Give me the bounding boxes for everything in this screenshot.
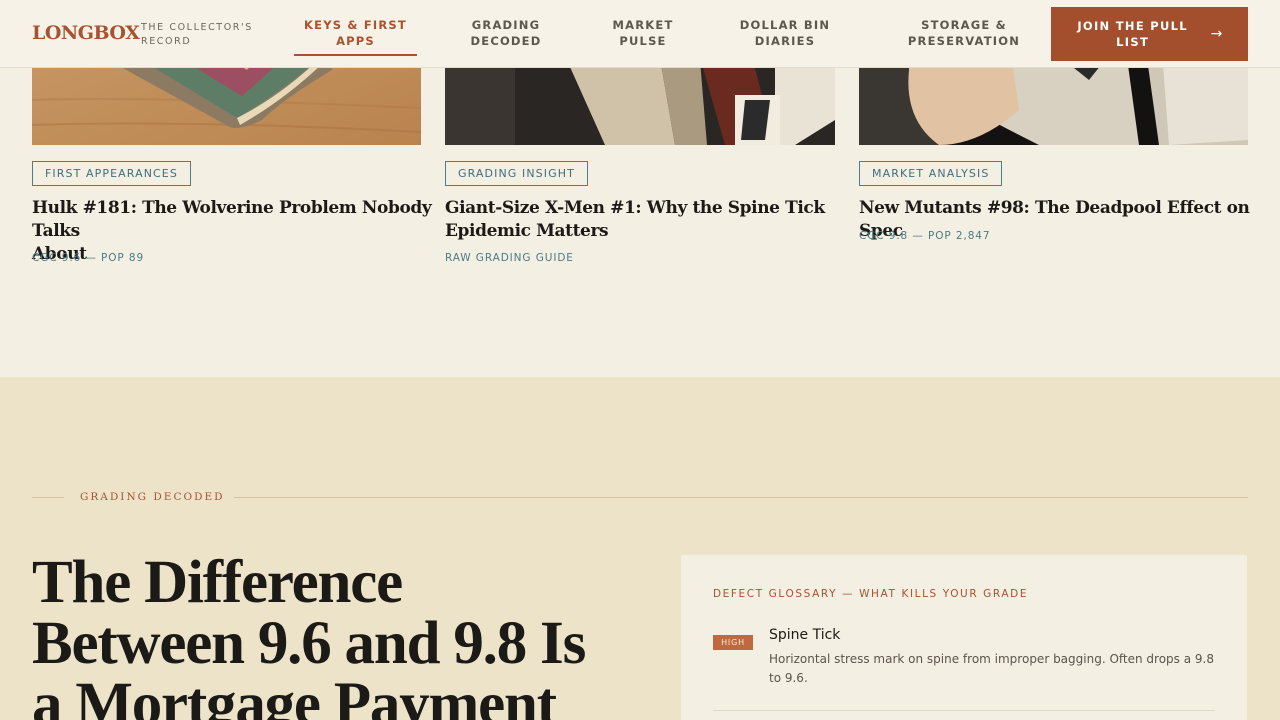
article-meta: RAW GRADING GUIDE xyxy=(445,252,574,264)
cta-label-line: JOIN THE PULL xyxy=(1077,19,1188,33)
article-title-line: Epidemic Matters xyxy=(445,221,609,241)
category-tag[interactable]: GRADING INSIGHT xyxy=(445,161,588,186)
section-headline: The Difference Between 9.6 and 9.8 Is a … xyxy=(32,552,652,720)
tagline-line: THE COLLECTOR'S xyxy=(141,22,253,33)
section-divider xyxy=(32,497,64,498)
glossary-divider xyxy=(713,710,1215,711)
defect-description-line: to 9.6. xyxy=(769,671,808,685)
nav-label: DOLLAR BIN xyxy=(739,18,831,32)
article-title-line: Giant-Size X-Men #1: Why the Spine Tick xyxy=(445,198,825,218)
headline-line: Between 9.6 and 9.8 Is xyxy=(32,610,586,677)
headline-line: a Mortgage Payment xyxy=(32,671,557,720)
headline-line: The Difference xyxy=(32,549,403,616)
article-title-line: Hulk #181: The Wolverine Problem Nobody … xyxy=(32,198,432,241)
nav-label: DIARIES xyxy=(754,34,816,48)
nav-label: MARKET xyxy=(612,18,674,32)
nav-label: PRESERVATION xyxy=(907,34,1021,48)
article-title[interactable]: Giant-Size X-Men #1: Why the Spine Tick … xyxy=(445,197,845,243)
nav-item-dollar-bin-diaries[interactable]: DOLLAR BIN DIARIES xyxy=(730,17,840,54)
category-tag[interactable]: FIRST APPEARANCES xyxy=(32,161,191,186)
nav-label: KEYS & FIRST xyxy=(304,18,407,32)
nav-item-grading-decoded[interactable]: GRADING DECODED xyxy=(455,17,557,54)
defect-description: Horizontal stress mark on spine from imp… xyxy=(769,650,1229,688)
severity-badge: HIGH xyxy=(713,635,753,650)
defect-name: Spine Tick xyxy=(769,627,841,643)
site-header: LONGBOX THE COLLECTOR'S RECORD KEYS & FI… xyxy=(0,0,1280,68)
nav-item-keys-first-apps[interactable]: KEYS & FIRST APPS xyxy=(294,17,417,56)
defect-glossary-panel: DEFECT GLOSSARY — WHAT KILLS YOUR GRADE … xyxy=(681,555,1247,720)
site-tagline: THE COLLECTOR'S RECORD xyxy=(141,21,253,49)
cta-label: JOIN THE PULL LIST xyxy=(1077,18,1189,50)
article-meta: CGC 9.8 — POP 2,847 xyxy=(859,230,991,242)
nav-item-storage-preservation[interactable]: STORAGE & PRESERVATION xyxy=(900,17,1028,54)
tagline-line: RECORD xyxy=(141,36,192,47)
section-eyebrow: GRADING DECODED xyxy=(80,491,225,503)
category-tag[interactable]: MARKET ANALYSIS xyxy=(859,161,1003,186)
cta-label-line: LIST xyxy=(1116,35,1150,49)
join-pull-list-button[interactable]: JOIN THE PULL LIST → xyxy=(1051,7,1248,61)
glossary-title: DEFECT GLOSSARY — WHAT KILLS YOUR GRADE xyxy=(713,588,1029,600)
article-meta: CGC 9.6 — POP 89 xyxy=(32,252,145,264)
nav-label: STORAGE & xyxy=(921,18,1007,32)
arrow-right-icon: → xyxy=(1210,26,1223,42)
nav-label: APPS xyxy=(336,34,375,48)
site-logo[interactable]: LONGBOX xyxy=(32,22,140,44)
nav-label: DECODED xyxy=(470,34,542,48)
nav-label: GRADING xyxy=(471,18,541,32)
defect-description-line: Horizontal stress mark on spine from imp… xyxy=(769,652,1214,666)
nav-item-market-pulse[interactable]: MARKET PULSE xyxy=(598,17,688,54)
nav-label: PULSE xyxy=(619,34,667,48)
section-divider xyxy=(234,497,1248,498)
